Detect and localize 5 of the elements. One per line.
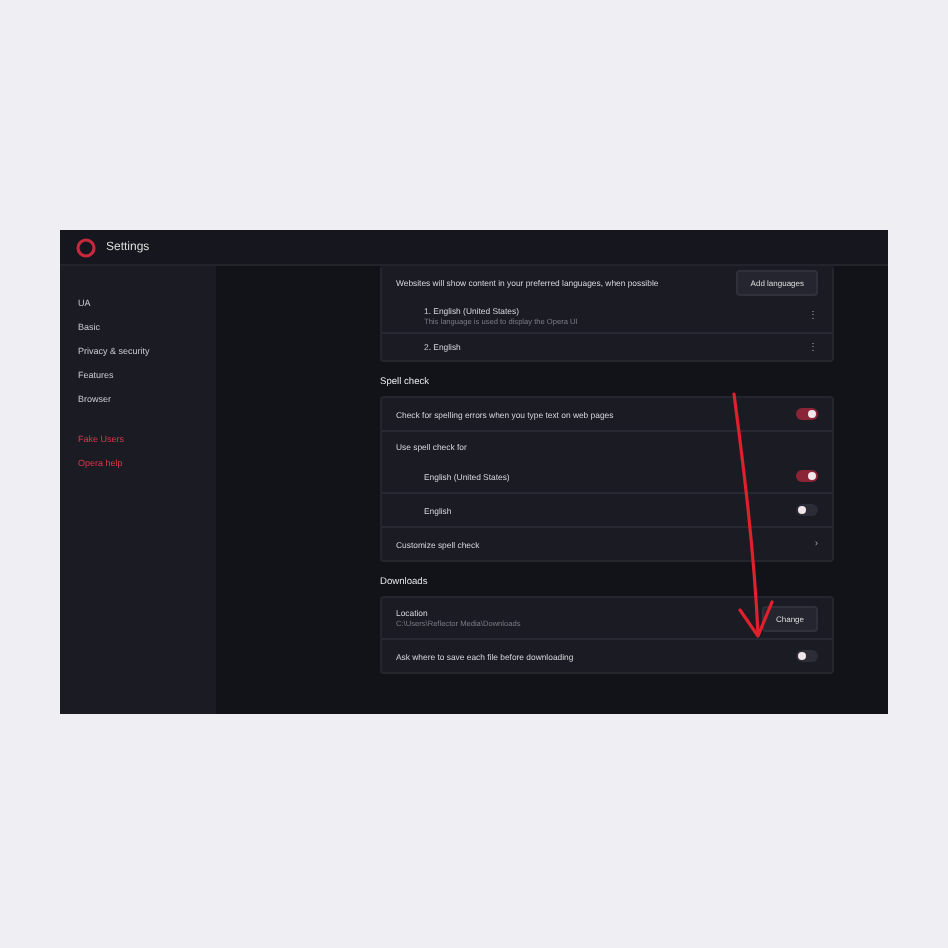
toggle-switch[interactable] [796, 504, 818, 516]
toggle-switch[interactable] [796, 470, 818, 482]
logo-icon [76, 237, 96, 257]
toggle-switch[interactable] [796, 650, 818, 662]
toggle-switch[interactable] [796, 408, 818, 420]
